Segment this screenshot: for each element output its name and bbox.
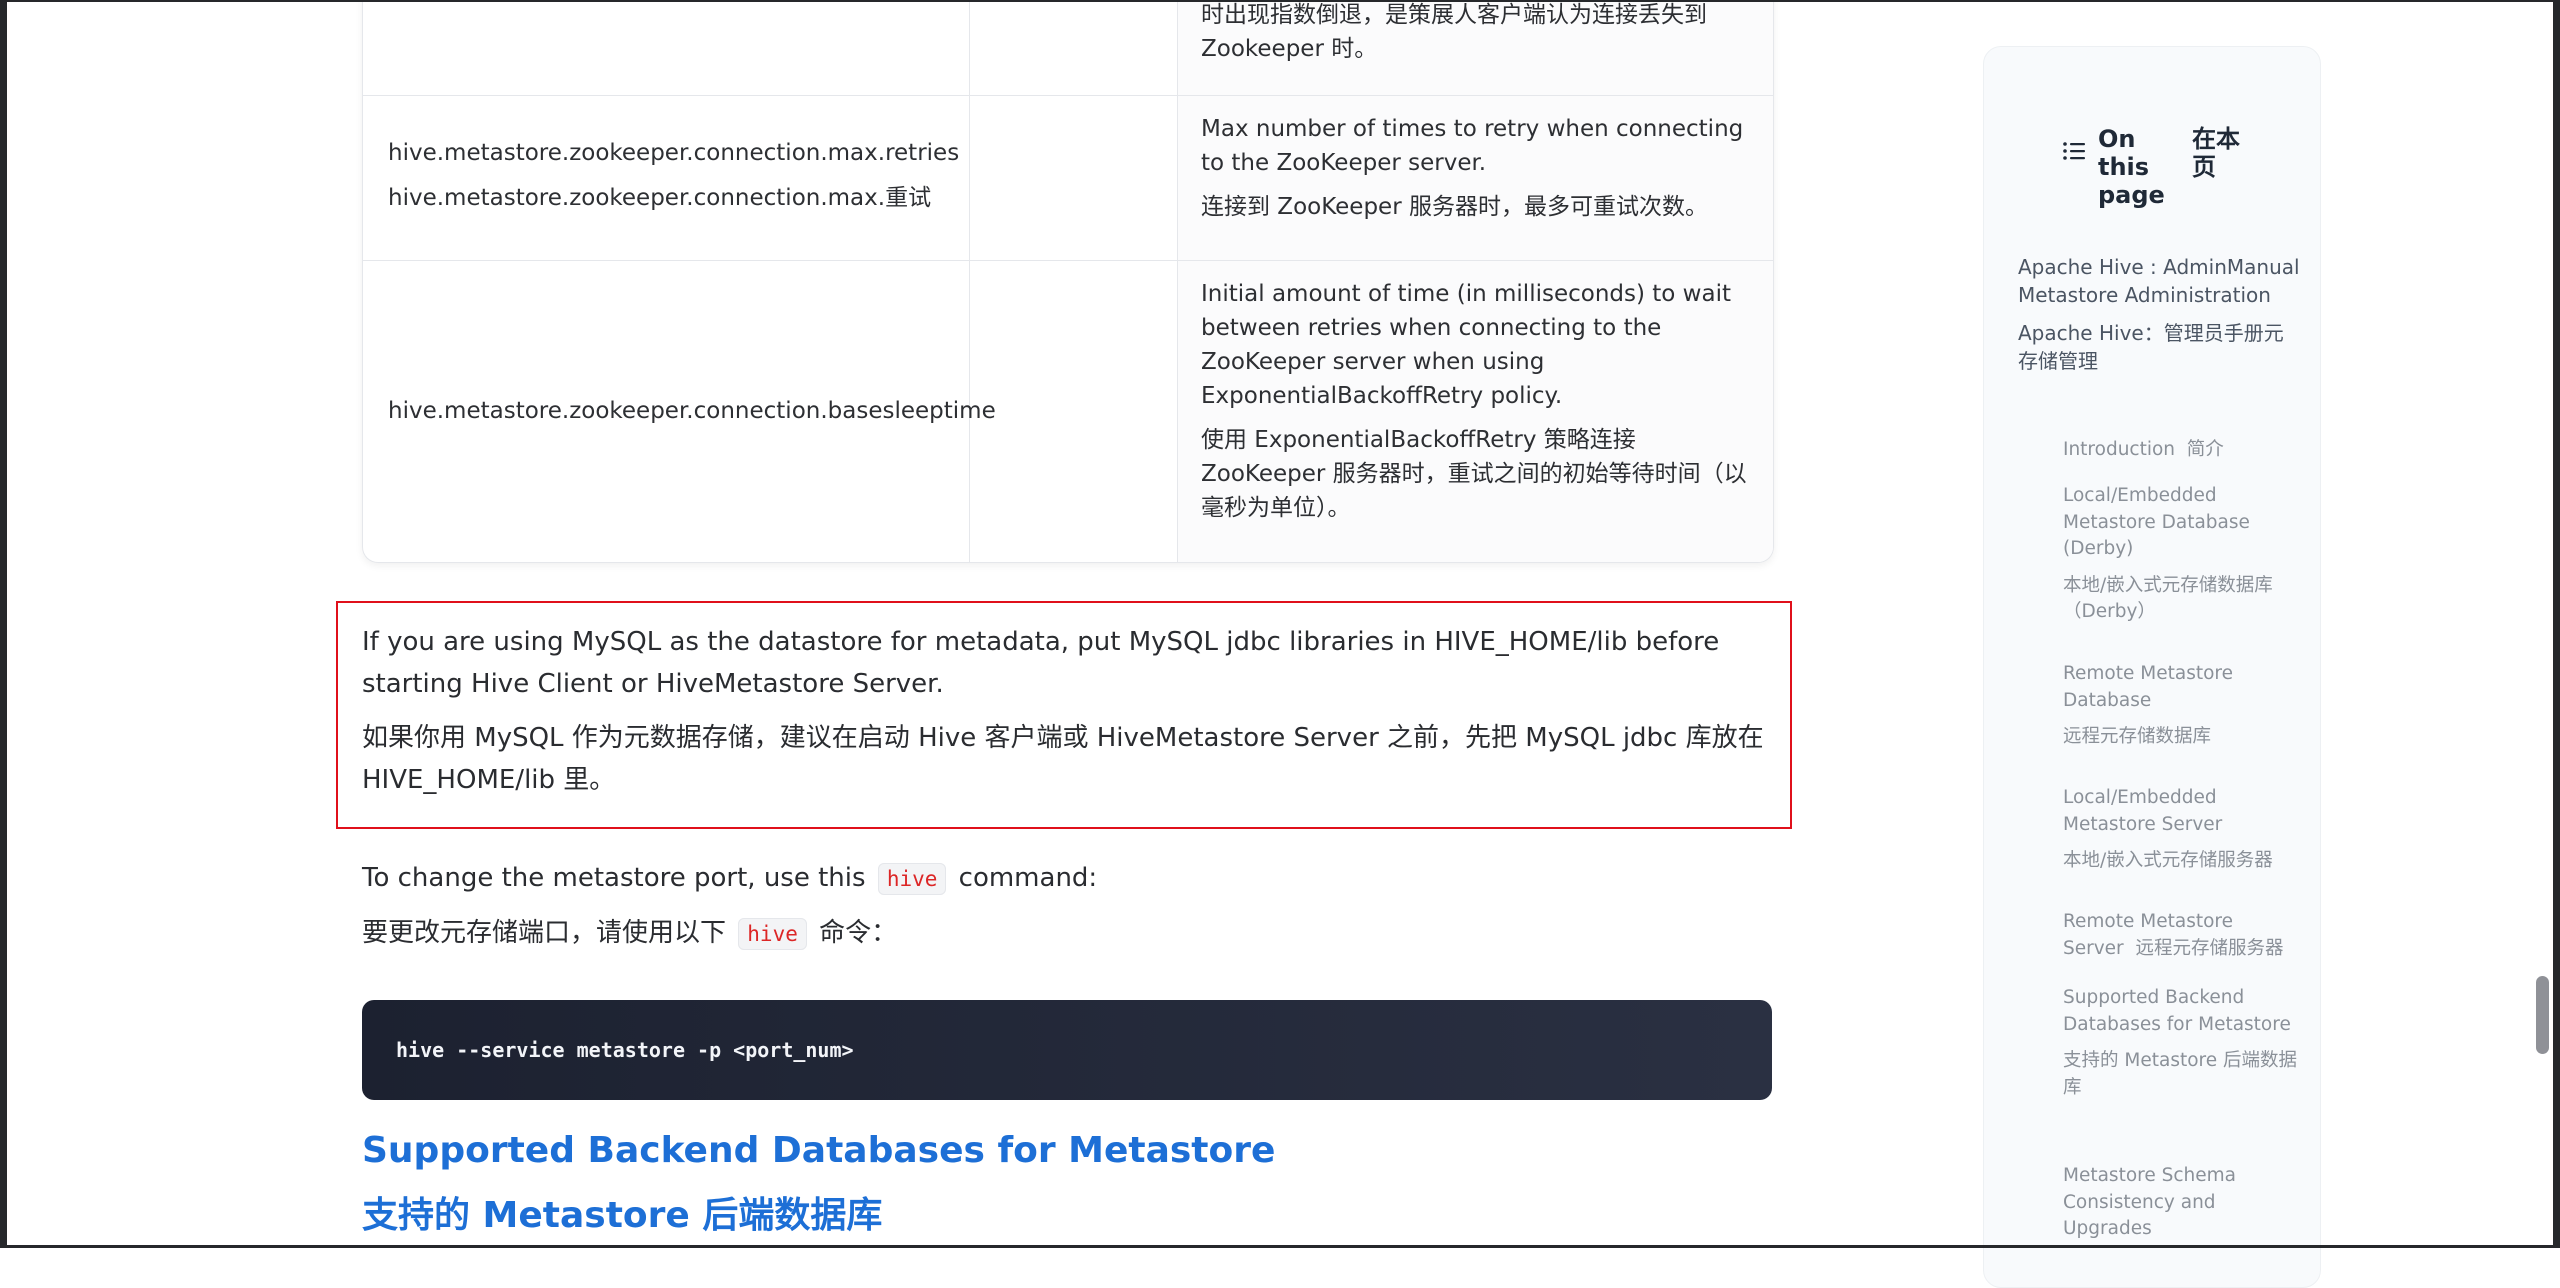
table-description: Max number of times to retry when connec… [1201, 112, 1749, 224]
mysql-notice: If you are using MySQL as the datastore … [336, 601, 1792, 829]
toc-header: On this page 在本页 [2062, 125, 2242, 209]
toc-link-remote-db[interactable]: Remote Metastore Database 远程元存储数据库 [2063, 661, 2303, 751]
notice-zh: 如果你用 MySQL 作为元数据存储，建议在启动 Hive 客户端或 HiveM… [362, 723, 1764, 795]
list-icon [2063, 142, 2085, 160]
toc-link-schema-consistency[interactable]: Metastore Schema Consistency and Upgrade… [2063, 1163, 2303, 1243]
port-instruction-zh: 要更改元存储端口，请使用以下 hive 命令： [362, 918, 898, 950]
inline-code-hive: hive [877, 863, 947, 895]
description-en: Max number of times to retry when connec… [1201, 116, 1744, 176]
table-cell-name: hive.metastore.zookeeper.connection.max.… [363, 96, 970, 260]
toc-title: On this page [2098, 125, 2165, 209]
config-table: 时出现指数倒退，是策展人客户端认为连接丢失到 Zookeeper 时。 hive… [362, 0, 1774, 563]
toc-sidebar: On this page 在本页 Apache Hive : AdminManu… [1983, 46, 2321, 1288]
table-cell-default [970, 261, 1178, 562]
table-cell-description: 时出现指数倒退，是策展人客户端认为连接丢失到 Zookeeper 时。 [1178, 0, 1773, 95]
table-cell-default [970, 0, 1178, 95]
property-name-zh: hive.metastore.zookeeper.connection.max.… [388, 185, 932, 211]
toc-link-supported-backends[interactable]: Supported Backend Databases for Metastor… [2063, 985, 2303, 1101]
table-description: Initial amount of time (in milliseconds)… [1201, 277, 1749, 525]
table-row: hive.metastore.zookeeper.connection.max.… [363, 96, 1773, 261]
table-cell-default [970, 96, 1178, 260]
description-zh: 使用 ExponentialBackoffRetry 策略连接 ZooKeepe… [1201, 427, 1747, 521]
toc-link-local-embedded-server[interactable]: Local/Embedded Metastore Server 本地/嵌入式元存… [2063, 785, 2303, 875]
description-en: Initial amount of time (in milliseconds)… [1201, 281, 1731, 409]
description-zh: 时出现指数倒退，是策展人客户端认为连接丢失到 Zookeeper 时。 [1201, 2, 1707, 62]
toc-link-main[interactable]: Apache Hive : AdminManual Metastore Admi… [2018, 253, 2300, 375]
property-name: hive.metastore.zookeeper.connection.base… [388, 398, 996, 424]
table-cell-name: hive.metastore.zookeeper.connection.base… [363, 261, 996, 562]
inline-code-hive: hive [738, 918, 807, 950]
table-row: 时出现指数倒退，是策展人客户端认为连接丢失到 Zookeeper 时。 [363, 0, 1773, 96]
description-zh: 连接到 ZooKeeper 服务器时，最多可重试次数。 [1201, 194, 1708, 220]
section-heading-en: Supported Backend Databases for Metastor… [362, 1130, 1276, 1171]
toc-link-local-embedded-db[interactable]: Local/Embedded Metastore Database (Derby… [2063, 483, 2303, 626]
toc-title-zh: 在本页 [2192, 125, 2240, 181]
toc-link-remote-server[interactable]: Remote Metastore Server 远程元存储服务器 [2063, 909, 2303, 962]
table-description: 时出现指数倒退，是策展人客户端认为连接丢失到 Zookeeper 时。 [1201, 0, 1749, 66]
port-instruction-en: To change the metastore port, use this h… [362, 863, 1098, 895]
toc-link-introduction[interactable]: Introduction 简介 [2063, 437, 2303, 464]
table-cell-description: Initial amount of time (in milliseconds)… [1178, 261, 1773, 562]
section-heading-zh: 支持的 Metastore 后端数据库 [362, 1195, 883, 1236]
scrollbar-thumb[interactable] [2536, 976, 2549, 1054]
code-command: hive --service metastore -p <port_num> [396, 1038, 854, 1062]
table-cell-description: Max number of times to retry when connec… [1178, 96, 1773, 260]
property-name: hive.metastore.zookeeper.connection.max.… [388, 140, 960, 166]
notice-en: If you are using MySQL as the datastore … [362, 627, 1720, 699]
table-row: hive.metastore.zookeeper.connection.base… [363, 261, 1773, 562]
table-cell-name [363, 0, 970, 95]
code-block[interactable]: hive --service metastore -p <port_num> [362, 1000, 1772, 1100]
